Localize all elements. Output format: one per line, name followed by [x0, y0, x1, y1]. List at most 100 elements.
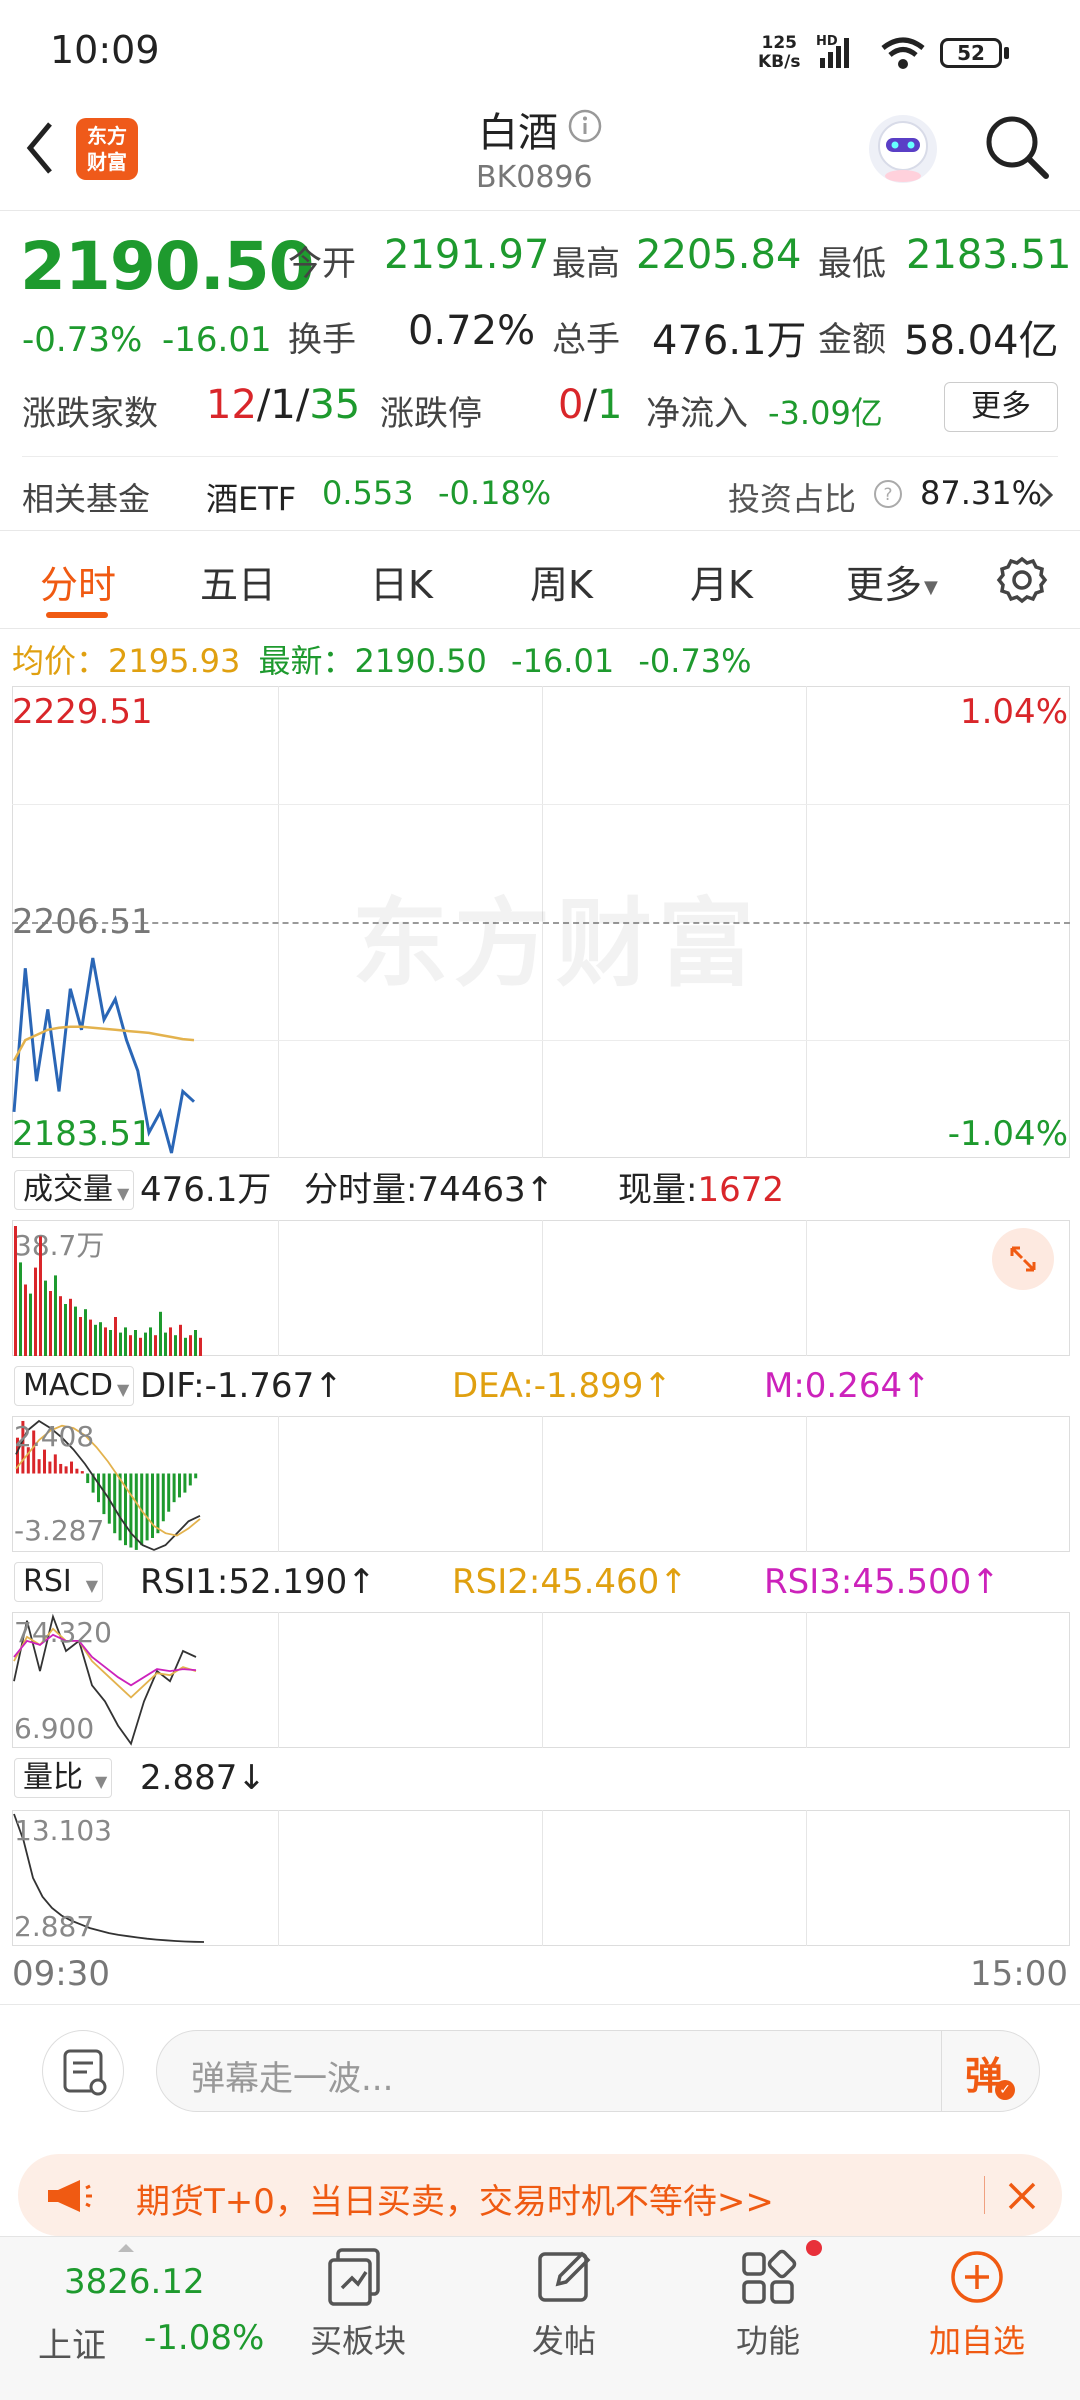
buy-sector-icon[interactable] [322, 2244, 392, 2310]
netflow-value: -3.09亿 [768, 394, 883, 432]
macd-bar [75, 1468, 79, 1474]
macd-bar [113, 1473, 117, 1534]
notification-dot [806, 2240, 822, 2256]
help-icon[interactable]: ? [872, 478, 904, 510]
net-speed: 125 KB/s [758, 33, 801, 72]
turnover-value: 0.72% [408, 308, 536, 354]
nav-post[interactable]: 发帖 [512, 2316, 616, 2362]
nav-add-watchlist[interactable]: 加自选 [918, 2316, 1036, 2362]
volume-bar [134, 1330, 137, 1356]
tab-active-indicator [46, 612, 108, 618]
low-label: 最低 [818, 244, 886, 284]
expand-icon[interactable] [992, 1228, 1054, 1290]
rsi3: RSI3:45.500↑ [764, 1562, 1000, 1602]
netflow-label: 净流入 [646, 394, 748, 434]
limit-label: 涨跌停 [380, 394, 482, 434]
tab-five-day[interactable]: 五日 [200, 554, 276, 609]
volume-bar [19, 1262, 22, 1356]
intraday-plot [12, 957, 196, 1154]
add-watchlist-icon[interactable] [944, 2244, 1010, 2310]
robot-avatar-icon[interactable] [866, 112, 940, 186]
limit-counts: 0/1 [558, 382, 623, 428]
volume-bar [74, 1306, 77, 1356]
volume-bar [29, 1293, 32, 1356]
ratio-label: 投资占比 [728, 480, 857, 518]
volume-bar [159, 1311, 162, 1356]
volume-ratio-min-label: 2.887 [14, 1910, 95, 1943]
volume-ratio-select[interactable]: 量比 ▼ [14, 1758, 113, 1798]
change-pct: -0.73% [22, 320, 143, 360]
info-icon[interactable] [567, 108, 603, 144]
macd-bar [178, 1473, 181, 1498]
minute-volume: 分时量:74463↑ [304, 1170, 555, 1210]
current-volume: 现量:1672 [618, 1170, 784, 1210]
volume-bar [149, 1327, 152, 1356]
volume-bar [154, 1335, 157, 1356]
chart-summary: 均价：2195.93 最新：2190.50 -16.01 -0.73% [12, 642, 752, 680]
macd-bar [167, 1473, 171, 1512]
tab-more[interactable]: 更多 ▼ [846, 554, 938, 609]
volume-value: 476.1万 [652, 318, 807, 364]
volume-bar [49, 1291, 52, 1356]
volume-indicator-select[interactable]: 成交量 ▼ [14, 1170, 135, 1210]
volume-bar [179, 1324, 182, 1356]
volume-bar [114, 1317, 117, 1356]
macd-m: M:0.264↑ [764, 1366, 931, 1406]
high-value: 2205.84 [636, 232, 802, 278]
index-ticker[interactable]: 3826.12 上证 -1.08% [0, 2236, 280, 2400]
macd-bar [161, 1473, 165, 1522]
volume-bar [39, 1236, 42, 1356]
volume-bar [169, 1327, 172, 1356]
danmu-input[interactable]: 弹幕走一波... 弹✓ [156, 2030, 1040, 2112]
macd-bar [53, 1454, 57, 1474]
last-price: 2190.50 [20, 228, 315, 305]
danmu-toggle-button[interactable]: 弹✓ [965, 2045, 1016, 2100]
ratio-value[interactable]: 87.31% [920, 474, 1042, 512]
turnover-label: 换手 [288, 320, 356, 360]
volume-ratio-max-label: 13.103 [14, 1814, 112, 1847]
app-logo[interactable]: 东方 财富 [76, 118, 138, 180]
promo-text: 期货T+0，当日买卖，交易时机不等待>> [136, 2182, 774, 2222]
tab-weekly-k[interactable]: 周K [530, 554, 593, 609]
settings-icon[interactable] [996, 554, 1048, 606]
notes-button[interactable] [42, 2030, 124, 2112]
high-label: 最高 [552, 244, 620, 284]
volume-bar [14, 1226, 17, 1356]
rsi-max-label: 74.320 [14, 1616, 112, 1649]
macd-bar [59, 1463, 63, 1474]
close-icon[interactable] [1004, 2178, 1040, 2214]
chevron-right-icon[interactable] [1036, 480, 1056, 510]
fund-price: 0.553 [322, 474, 414, 512]
volume-bar [94, 1324, 97, 1356]
volume-ratio-value: 2.887↓ [140, 1758, 266, 1798]
volume-bar [34, 1267, 37, 1356]
page-title: 白酒 [478, 110, 558, 156]
volume-bar [189, 1335, 192, 1356]
promo-banner[interactable]: 期货T+0，当日买卖，交易时机不等待>> [18, 2154, 1062, 2236]
tab-daily-k[interactable]: 日K [370, 554, 433, 609]
wifi-icon [881, 37, 925, 69]
tab-intraday[interactable]: 分时 [40, 554, 116, 609]
more-button[interactable]: 更多 [944, 382, 1058, 432]
macd-bar [80, 1471, 84, 1474]
post-icon[interactable] [532, 2244, 598, 2310]
x-label-close: 15:00 [970, 1954, 1068, 1994]
rsi-indicator-select[interactable]: RSI ▼ [14, 1562, 104, 1602]
macd-dea: DEA:-1.899↑ [452, 1366, 672, 1406]
nav-functions[interactable]: 功能 [716, 2316, 820, 2362]
megaphone-icon [48, 2180, 92, 2212]
back-icon[interactable] [20, 118, 60, 178]
volume-bar [199, 1337, 202, 1356]
board-code: BK0896 [476, 160, 593, 195]
rsi1: RSI1:52.190↑ [140, 1562, 376, 1602]
macd-bar [183, 1473, 187, 1493]
tab-monthly-k[interactable]: 月K [690, 554, 753, 609]
nav-buy-sector[interactable]: 买板块 [304, 2316, 412, 2362]
macd-indicator-select[interactable]: MACD ▼ [14, 1366, 135, 1406]
price-line [12, 957, 196, 1154]
search-icon[interactable] [982, 112, 1052, 182]
macd-bar [156, 1473, 160, 1534]
volume-bar [174, 1335, 177, 1356]
fund-name[interactable]: 酒ETF [206, 474, 296, 520]
functions-icon[interactable] [736, 2246, 802, 2312]
